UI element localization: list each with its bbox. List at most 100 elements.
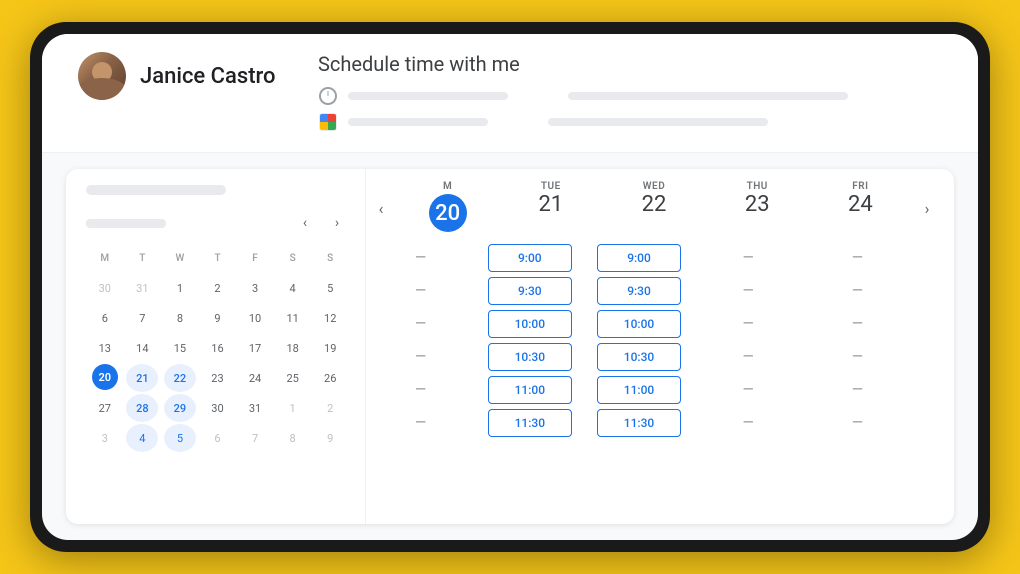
cal-day[interactable]: 4 (277, 274, 309, 302)
cal-day-today[interactable]: 20 (92, 364, 118, 390)
wed-slot-930[interactable]: 9:30 (597, 277, 681, 305)
schedule-row-duration (318, 86, 942, 106)
fri-slot-3: — (815, 310, 899, 338)
thu-slot-4: — (706, 343, 790, 371)
thu-header: THU 23 (745, 181, 770, 220)
cal-prev-button[interactable]: ‹ (293, 211, 317, 235)
clock-icon-wrapper (318, 86, 338, 106)
tue-num: 21 (538, 194, 563, 216)
google-calendar-icon (319, 113, 337, 131)
avatar-image (78, 52, 126, 100)
calendar-bar (348, 118, 488, 126)
gcal-yellow (320, 122, 328, 130)
cal-day[interactable]: 8 (277, 424, 309, 452)
scheduling-card: ‹ › M T W T F S S (66, 169, 954, 524)
cal-day[interactable]: 16 (201, 334, 233, 362)
cal-header-T1: T (126, 244, 158, 272)
cal-header-S2: S (314, 244, 346, 272)
cal-day[interactable]: 7 (239, 424, 271, 452)
cal-day[interactable]: 18 (277, 334, 309, 362)
tue-header: TUE 21 (538, 181, 563, 220)
calendar-grid: M T W T F S S 30 31 1 (86, 243, 349, 453)
gcal-red (328, 114, 336, 122)
mon-slot-2: — (379, 277, 463, 305)
cal-day[interactable]: 15 (164, 334, 196, 362)
cal-day[interactable]: 1 (277, 394, 309, 422)
fri-slot-4: — (815, 343, 899, 371)
cal-day[interactable]: 12 (314, 304, 346, 332)
day-column-fri: FRI 24 (809, 181, 912, 236)
user-name: Janice Castro (140, 64, 276, 89)
cal-day[interactable]: 9 (314, 424, 346, 452)
tue-slot-1130[interactable]: 11:30 (488, 409, 572, 437)
cal-day[interactable]: 14 (126, 334, 158, 362)
week-next-button[interactable]: › (912, 194, 942, 224)
clock-icon (319, 87, 337, 105)
wed-slot-1100[interactable]: 11:00 (597, 376, 681, 404)
schedule-row-calendar (318, 112, 942, 132)
tue-slot-1100[interactable]: 11:00 (488, 376, 572, 404)
cal-day-4-next[interactable]: 4 (126, 424, 158, 452)
thu-slot-5: — (706, 376, 790, 404)
time-slots-panel: ‹ M 20 (366, 169, 954, 524)
cal-day[interactable]: 30 (201, 394, 233, 422)
cal-day-28[interactable]: 28 (126, 394, 158, 422)
cal-day-29[interactable]: 29 (164, 394, 196, 422)
tue-slot-930[interactable]: 9:30 (488, 277, 572, 305)
cal-day[interactable]: 8 (164, 304, 196, 332)
week-prev-button[interactable]: ‹ (366, 194, 396, 224)
cal-day-5-next[interactable]: 5 (164, 424, 196, 452)
cal-week-5: 27 28 29 30 31 1 2 (86, 393, 349, 423)
wed-slot-900[interactable]: 9:00 (597, 244, 681, 272)
cal-day[interactable]: 2 (314, 394, 346, 422)
cal-day[interactable]: 5 (314, 274, 346, 302)
mon-slot-3: — (379, 310, 463, 338)
cal-day[interactable]: 31 (126, 274, 158, 302)
mon-num: 20 (429, 194, 467, 232)
cal-week-2: 6 7 8 9 10 11 12 (86, 303, 349, 333)
thu-slot-6: — (706, 409, 790, 437)
cal-day[interactable]: 2 (201, 274, 233, 302)
tue-slot-900[interactable]: 9:00 (488, 244, 572, 272)
cal-day[interactable]: 31 (239, 394, 271, 422)
cal-day[interactable]: 13 (89, 334, 121, 362)
cal-day[interactable]: 30 (89, 274, 121, 302)
cal-day[interactable]: 24 (239, 364, 271, 392)
cal-day-22[interactable]: 22 (164, 364, 196, 392)
cal-header-S1: S (277, 244, 309, 272)
mon-slot-6: — (379, 409, 463, 437)
tue-label: TUE (541, 181, 561, 192)
screen: Janice Castro Schedule time with me (42, 34, 978, 540)
cal-day[interactable]: 27 (89, 394, 121, 422)
tue-slot-1030[interactable]: 10:30 (488, 343, 572, 371)
thu-slot-1: — (706, 244, 790, 272)
wed-slot-1030[interactable]: 10:30 (597, 343, 681, 371)
cal-day-21[interactable]: 21 (126, 364, 158, 392)
cal-week-3: 13 14 15 16 17 18 19 (86, 333, 349, 363)
cal-day[interactable]: 9 (201, 304, 233, 332)
wed-slot-1130[interactable]: 11:30 (597, 409, 681, 437)
wed-num: 22 (642, 194, 667, 216)
day-column-wed: WED 22 (602, 181, 705, 236)
cal-day[interactable]: 17 (239, 334, 271, 362)
fri-slot-5: — (815, 376, 899, 404)
thu-slot-3: — (706, 310, 790, 338)
cal-day[interactable]: 19 (314, 334, 346, 362)
cal-day[interactable]: 11 (277, 304, 309, 332)
cal-day[interactable]: 6 (89, 304, 121, 332)
cal-day[interactable]: 26 (314, 364, 346, 392)
calendar-nav: ‹ › (86, 211, 349, 235)
cal-day[interactable]: 6 (201, 424, 233, 452)
cal-day[interactable]: 10 (239, 304, 271, 332)
cal-day[interactable]: 7 (126, 304, 158, 332)
cal-day[interactable]: 3 (89, 424, 121, 452)
cal-header-W: W (164, 244, 196, 272)
schedule-title: Schedule time with me (318, 52, 942, 76)
cal-day[interactable]: 1 (164, 274, 196, 302)
cal-next-button[interactable]: › (325, 211, 349, 235)
tue-slot-1000[interactable]: 10:00 (488, 310, 572, 338)
wed-slot-1000[interactable]: 10:00 (597, 310, 681, 338)
cal-day[interactable]: 25 (277, 364, 309, 392)
cal-day[interactable]: 23 (201, 364, 233, 392)
cal-day[interactable]: 3 (239, 274, 271, 302)
